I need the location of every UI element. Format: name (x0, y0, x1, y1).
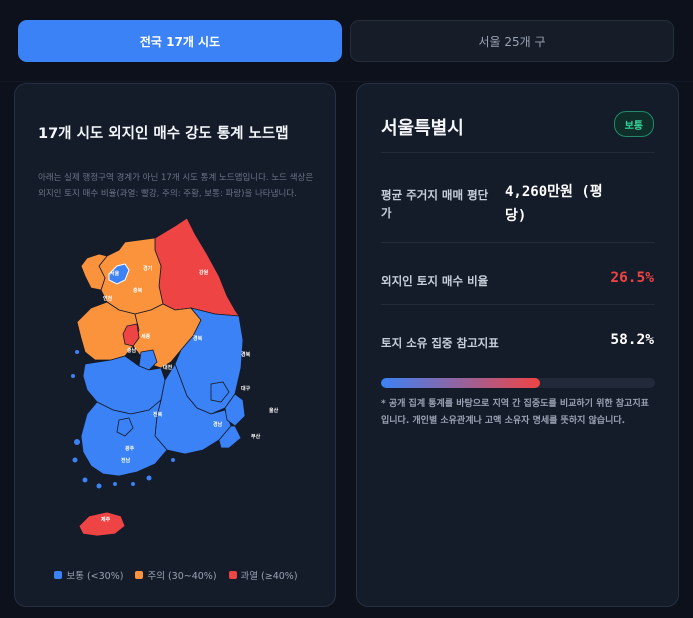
stat-concentration-label: 토지 소유 집중 참고지표 (381, 336, 499, 350)
tab-nationwide[interactable]: 전국 17개 시도 (18, 20, 342, 62)
concentration-progress-fill (381, 378, 541, 388)
legend-label-caution: 주의 (30~40%) (147, 571, 217, 582)
header-divider (0, 81, 693, 82)
label-incheon: 인천 (103, 295, 113, 302)
legend-caution: 주의 (30~40%) (135, 568, 217, 582)
label-busan: 부산 (251, 433, 261, 440)
stat-price-label-line1: 평균 주거지 매매 평단 (381, 188, 489, 202)
map-description: 아래는 실제 행정구역 경계가 아닌 17개 시도 통계 노드맵입니다. 노드 … (38, 173, 314, 199)
legend-normal: 보통 (<30%) (54, 568, 123, 582)
legend-swatch-caution (135, 571, 144, 579)
label-jeonnam: 전남 (121, 457, 131, 464)
region-tabs: 전국 17개 시도 서울 25개 구 (18, 20, 674, 62)
label-gangwon: 강원 (199, 269, 209, 276)
legend-label-normal: 보통 (<30%) (66, 571, 124, 582)
label-gwangju: 광주 (125, 445, 135, 452)
label-seoul: 서울 (110, 270, 120, 277)
label-daegu: 대구 (241, 385, 251, 392)
stat-divider-2 (381, 304, 655, 305)
label-chungbuk: 충북 (133, 287, 143, 294)
stat-divider-1 (381, 242, 655, 243)
stat-ratio-value: 26.5% (610, 270, 654, 286)
legend-swatch-normal (54, 571, 63, 579)
label-daejeon: 대전 (163, 364, 173, 371)
region-title: 서울특별시 (381, 118, 464, 139)
detail-divider (381, 152, 655, 153)
region-gangwon[interactable] (154, 217, 240, 317)
label-jeju: 제주 (101, 516, 111, 523)
stat-price-label-line2: 가 (381, 206, 392, 220)
stat-ratio-label: 외지인 토지 매수 비율 (381, 274, 489, 288)
label-gyeongbuk: 경북 (193, 335, 203, 342)
stat-concentration-value: 58.2% (610, 332, 654, 348)
label-gyeongnam: 경남 (213, 421, 223, 428)
label-chungnam: 충남 (127, 347, 137, 354)
legend-label-overheat: 과열 (≥40%) (240, 571, 298, 582)
map-title: 17개 시도 외지인 매수 강도 통계 노드맵 (38, 126, 289, 142)
region-jeju[interactable] (78, 511, 126, 537)
footnote: * 공개 집계 통계를 바탕으로 지역 간 집중도를 비교하기 위한 참고지표입… (381, 399, 649, 426)
concentration-progress (381, 378, 655, 388)
label-ulsan: 울산 (269, 407, 279, 414)
stat-price-value: 4,260만원 (평 당) (505, 180, 603, 228)
status-badge: 보통 (613, 111, 654, 137)
label-sejong: 세종 (141, 333, 151, 340)
stat-price-label: 평균 주거지 매매 평단 가 (381, 186, 511, 222)
detail-panel: 서울특별시 보통 평균 주거지 매매 평단 가 4,260만원 (평 당) 외지… (356, 83, 679, 607)
map-panel: 17개 시도 외지인 매수 강도 통계 노드맵 아래는 실제 행정구역 경계가 … (14, 83, 336, 607)
legend-overheat: 과열 (≥40%) (228, 568, 298, 582)
stat-price-value-line2: 당) (505, 208, 527, 224)
stat-price-value-line1: 4,260만원 (평 (505, 184, 603, 200)
korea-node-map: 경기 강원 서울 인천 충북 충남 세종 대전 경북 전북 경북 대구 울산 경… (71, 217, 279, 537)
legend-swatch-overheat (228, 571, 237, 579)
label-jeonbuk: 전북 (153, 411, 163, 418)
label-gyeonggi: 경기 (143, 265, 153, 272)
tab-seoul[interactable]: 서울 25개 구 (350, 20, 674, 62)
map-legend: 보통 (<30%) 주의 (30~40%) 과열 (≥40%) (15, 568, 337, 582)
label-gyeongbuk-east: 경북 (241, 351, 251, 358)
